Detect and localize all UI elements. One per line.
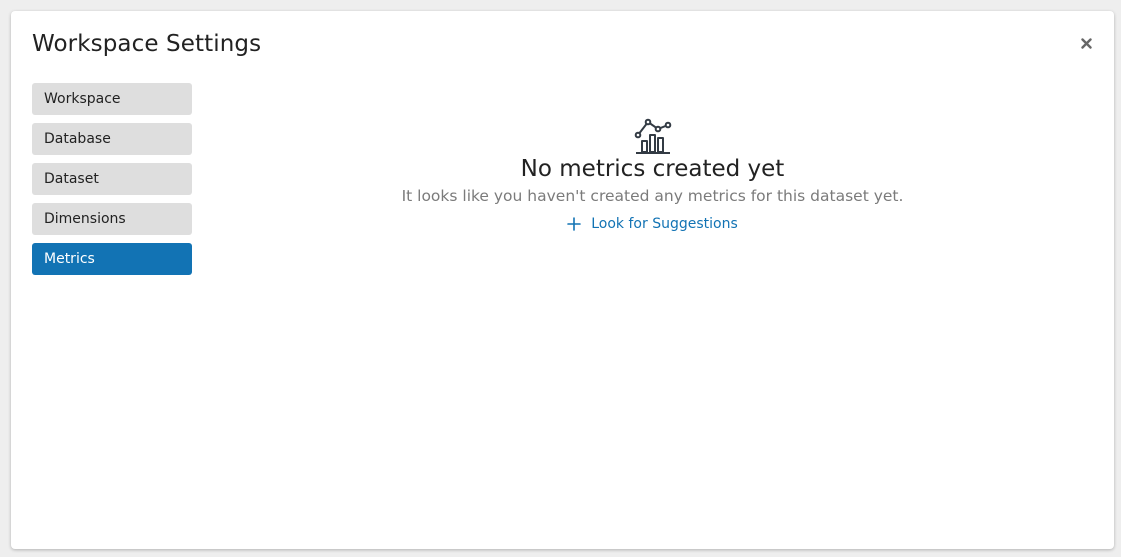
empty-state: No metrics created yet It looks like you… bbox=[191, 117, 1114, 232]
sidebar-item-label: Database bbox=[44, 131, 111, 147]
empty-state-description: It looks like you haven't created any me… bbox=[401, 187, 904, 205]
sidebar-item-metrics[interactable]: Metrics bbox=[32, 243, 192, 275]
close-icon bbox=[1080, 37, 1092, 49]
sidebar-item-workspace[interactable]: Workspace bbox=[32, 83, 192, 115]
sidebar-item-dimensions[interactable]: Dimensions bbox=[32, 203, 192, 235]
close-button[interactable] bbox=[1076, 33, 1096, 53]
sidebar-item-database[interactable]: Database bbox=[32, 123, 192, 155]
sidebar-item-label: Workspace bbox=[44, 91, 121, 107]
workspace-settings-modal: Workspace Settings Workspace Database Da… bbox=[11, 11, 1114, 549]
empty-state-title: No metrics created yet bbox=[520, 156, 785, 182]
plus-icon bbox=[567, 217, 582, 231]
chart-icon bbox=[634, 118, 671, 154]
sidebar-item-dataset[interactable]: Dataset bbox=[32, 163, 192, 195]
sidebar-item-label: Metrics bbox=[44, 251, 95, 267]
sidebar-item-label: Dimensions bbox=[44, 211, 126, 227]
look-for-suggestions-button[interactable]: Look for Suggestions bbox=[567, 216, 738, 232]
sidebar-item-label: Dataset bbox=[44, 171, 99, 187]
modal-title: Workspace Settings bbox=[32, 31, 262, 57]
settings-sidebar: Workspace Database Dataset Dimensions Me… bbox=[32, 83, 192, 283]
look-for-suggestions-label: Look for Suggestions bbox=[591, 216, 738, 232]
